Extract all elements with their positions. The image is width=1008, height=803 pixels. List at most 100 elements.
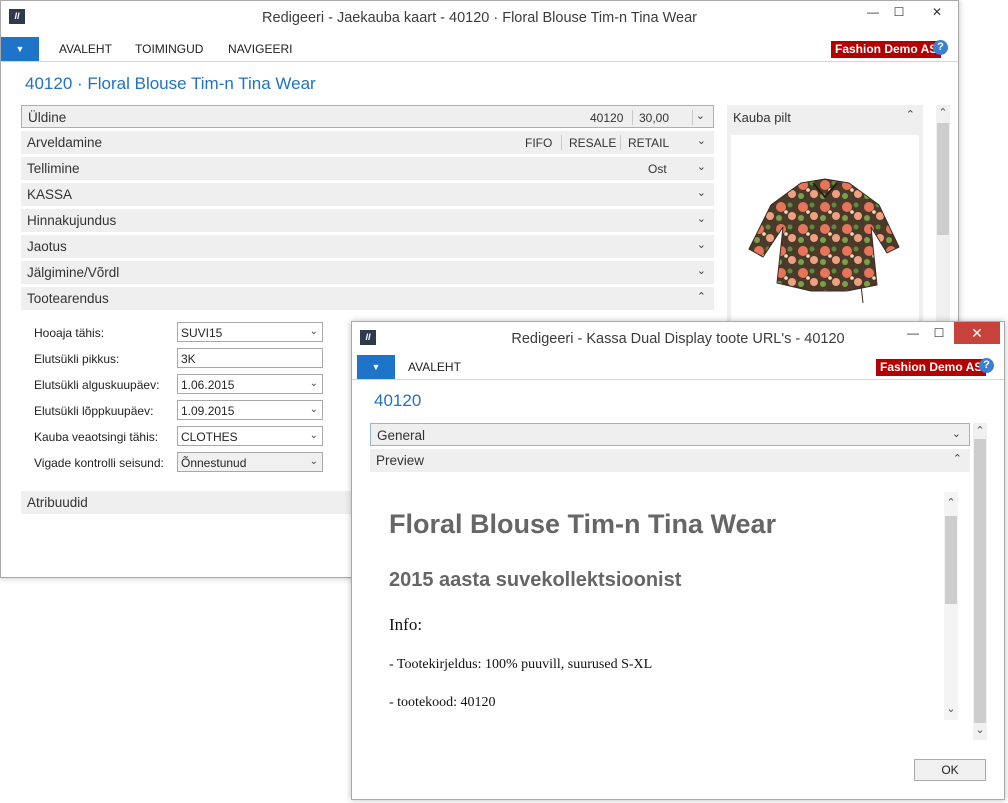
chevron-up-icon[interactable]: ⌃: [906, 108, 915, 121]
scrollbar-thumb[interactable]: [937, 123, 949, 235]
main-scrollbar[interactable]: ⌃: [936, 105, 950, 325]
loppkuupaev-select[interactable]: 1.09.2015 ⌄: [177, 400, 323, 420]
preview-heading-2: 2015 aasta suvekollektsioonist: [389, 569, 682, 591]
help-icon[interactable]: ?: [933, 40, 948, 55]
field-label-elutsukli-pikkus: Elutsükli pikkus:: [34, 352, 120, 366]
fasttab-arveldamine-label: Arveldamine: [27, 135, 103, 150]
fasttab-jaotus[interactable]: Jaotus ⌄: [21, 235, 714, 258]
fasttab-tootearendus-label: Tootearendus: [27, 291, 109, 306]
fasttab-preview-label: Preview: [376, 453, 425, 468]
fasttab-tellimine[interactable]: Tellimine Ost ⌄: [21, 157, 714, 180]
fasttab-uldine[interactable]: Üldine 40120 30,00 ⌄: [21, 105, 714, 128]
veaotsingi-tahis-select[interactable]: CLOTHES ⌄: [177, 426, 323, 446]
popup-scrollbar[interactable]: ⌃ ⌄: [973, 423, 987, 740]
main-window-title: Redigeeri - Jaekauba kaart - 40120 · Flo…: [262, 10, 697, 26]
tab-avaleht[interactable]: AVALEHT: [408, 360, 461, 374]
close-icon[interactable]: ✕: [922, 1, 952, 23]
factbox-title: Kauba pilt: [733, 110, 791, 125]
chevron-down-icon[interactable]: ⌄: [697, 212, 706, 225]
fasttab-separator: [561, 135, 562, 150]
scroll-down-icon[interactable]: ⌄: [944, 702, 958, 715]
elutsukli-pikkus-value: 3K: [181, 352, 196, 366]
fasttab-uldine-value-price: 30,00: [639, 111, 670, 125]
fasttab-kassa[interactable]: KASSA ⌄: [21, 183, 714, 206]
fasttab-uldine-value-no: 40120: [590, 111, 624, 125]
scroll-up-icon[interactable]: ⌃: [944, 496, 958, 509]
fasttab-tellimine-value: Ost: [648, 162, 667, 176]
help-icon[interactable]: ?: [979, 358, 994, 373]
minimize-icon[interactable]: —: [860, 1, 886, 23]
chevron-up-icon[interactable]: ⌃: [953, 452, 962, 465]
elutsukli-pikkus-input[interactable]: 3K: [177, 348, 323, 368]
fasttab-kassa-label: KASSA: [27, 187, 73, 202]
scroll-up-icon[interactable]: ⌃: [936, 106, 950, 119]
scroll-down-icon[interactable]: ⌄: [973, 723, 987, 736]
close-icon[interactable]: ✕: [954, 322, 1000, 344]
loppkuupaev-value: 1.09.2015: [181, 404, 235, 418]
scroll-up-icon[interactable]: ⌃: [973, 424, 987, 437]
navigation-menu-button[interactable]: ▼: [357, 355, 395, 379]
tab-avaleht[interactable]: AVALEHT: [59, 42, 112, 56]
fasttab-preview[interactable]: Preview ⌃: [370, 449, 970, 472]
alguskuupaev-select[interactable]: 1.06.2015 ⌄: [177, 374, 323, 394]
chevron-down-icon[interactable]: ⌄: [952, 427, 961, 440]
maximize-icon[interactable]: ☐: [886, 1, 912, 23]
maximize-icon[interactable]: ☐: [926, 322, 952, 344]
chevron-down-icon[interactable]: ⌄: [310, 378, 318, 389]
chevron-down-icon[interactable]: ⌄: [697, 264, 706, 277]
fasttab-arveldamine-value-retail: RETAIL: [628, 136, 670, 150]
vigade-kontrolli-value: Õnnestunud: [181, 456, 247, 470]
fasttab-tellimine-label: Tellimine: [27, 161, 80, 176]
main-ribbon: ▼ AVALEHT TOIMINGUD NAVIGEERI Fashion De…: [1, 37, 958, 61]
fasttab-general[interactable]: General ⌄: [370, 423, 970, 446]
chevron-down-icon[interactable]: ⌄: [697, 160, 706, 173]
preview-pane: Floral Blouse Tim-n Tina Wear 2015 aasta…: [370, 482, 942, 732]
chevron-down-icon[interactable]: ⌄: [697, 186, 706, 199]
hooaja-tahis-select[interactable]: SUVI15 ⌄: [177, 322, 323, 342]
ok-button[interactable]: OK: [914, 759, 986, 781]
popup-page-title: 40120: [374, 391, 422, 410]
fasttab-jaotus-label: Jaotus: [27, 239, 67, 254]
main-titlebar[interactable]: ll Redigeeri - Jaekauba kaart - 40120 · …: [1, 1, 958, 33]
preview-scrollbar[interactable]: ⌃ ⌄: [944, 492, 958, 720]
popup-ribbon: ▼ AVALEHT Fashion Demo AS ?: [352, 355, 1004, 379]
fasttab-jalgimine[interactable]: Jälgimine/Võrdl ⌄: [21, 261, 714, 284]
fasttab-separator: [692, 110, 693, 125]
fasttab-hinnakujundus[interactable]: Hinnakujundus ⌄: [21, 209, 714, 232]
tab-toimingud[interactable]: TOIMINGUD: [135, 42, 203, 56]
fasttab-arveldamine-value-resale: RESALE: [569, 136, 617, 150]
chevron-down-icon[interactable]: ⌄: [310, 326, 318, 337]
field-label-loppkuupaev: Elutsükli lõppkuupäev:: [34, 404, 154, 418]
tab-navigeeri[interactable]: NAVIGEERI: [228, 42, 292, 56]
popup-titlebar[interactable]: ll Redigeeri - Kassa Dual Display toote …: [352, 322, 1004, 354]
fasttab-separator: [620, 135, 621, 150]
alguskuupaev-value: 1.06.2015: [181, 378, 235, 392]
preview-info-label: Info:: [389, 615, 423, 634]
fasttab-hinnakujundus-label: Hinnakujundus: [27, 213, 117, 228]
chevron-down-icon[interactable]: ⌄: [697, 134, 706, 147]
fasttab-arveldamine[interactable]: Arveldamine FIFO RESALE RETAIL ⌄: [21, 131, 714, 154]
minimize-icon[interactable]: —: [900, 322, 926, 344]
preview-line-1: - Tootekirjeldus: 100% puuvill, suurused…: [389, 657, 653, 672]
navigation-menu-button[interactable]: ▼: [1, 37, 39, 61]
fasttab-arveldamine-value-fifo: FIFO: [525, 136, 553, 150]
page-title: 40120 · Floral Blouse Tim-n Tina Wear: [25, 74, 316, 93]
field-label-veaotsingi: Kauba veaotsingi tähis:: [34, 430, 159, 444]
field-label-alguskuupaev: Elutsükli alguskuupäev:: [34, 378, 160, 392]
scrollbar-thumb[interactable]: [945, 516, 957, 604]
chevron-down-icon[interactable]: ⌄: [696, 109, 705, 122]
vigade-kontrolli-select[interactable]: Õnnestunud ⌄: [177, 452, 323, 472]
ribbon-divider: [1, 61, 958, 62]
chevron-down-icon[interactable]: ⌄: [310, 404, 318, 415]
preview-heading-1: Floral Blouse Tim-n Tina Wear: [389, 509, 777, 539]
fasttab-tootearendus[interactable]: Tootearendus ⌃: [21, 287, 714, 310]
chevron-down-icon[interactable]: ⌄: [310, 430, 318, 441]
fasttab-separator: [632, 110, 633, 125]
factbox-kauba-pilt: Kauba pilt ⌃: [727, 105, 923, 325]
chevron-down-icon[interactable]: ⌄: [310, 456, 318, 467]
hooaja-tahis-value: SUVI15: [181, 326, 223, 340]
chevron-up-icon[interactable]: ⌃: [697, 290, 706, 303]
blouse-image: [748, 178, 900, 304]
chevron-down-icon[interactable]: ⌄: [697, 238, 706, 251]
scrollbar-thumb[interactable]: [974, 439, 986, 723]
